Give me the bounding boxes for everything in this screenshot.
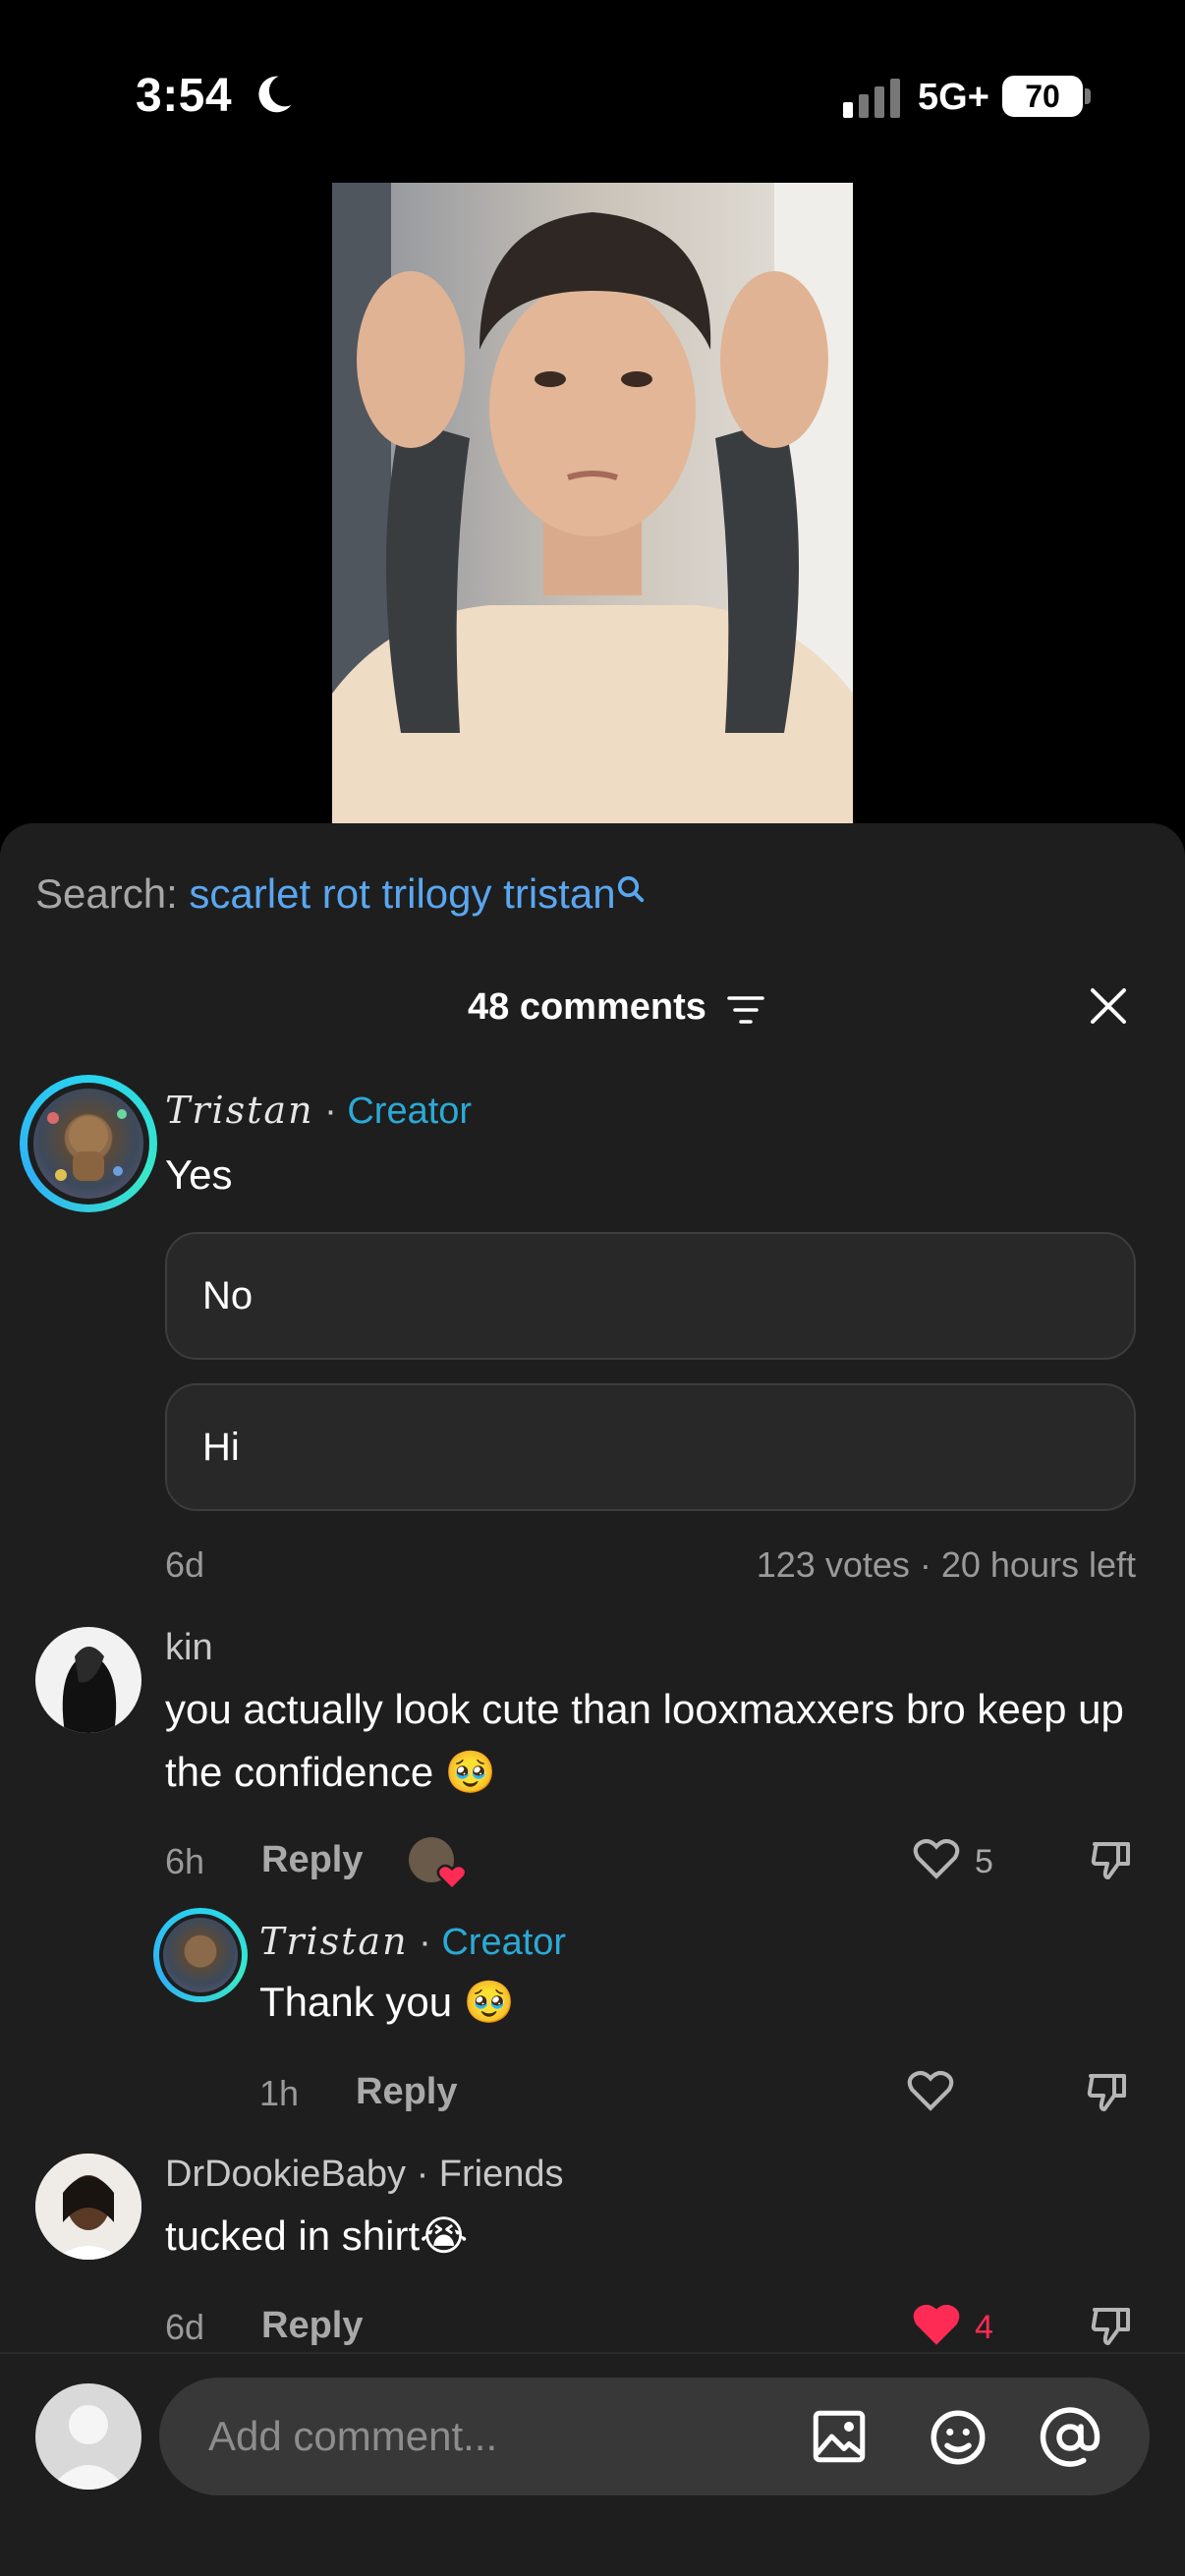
comments-count[interactable]: 48 comments bbox=[468, 986, 706, 1029]
avatar-image bbox=[35, 2154, 141, 2260]
poll-option-no[interactable]: No bbox=[165, 1232, 1136, 1360]
heart-icon bbox=[436, 1864, 468, 1890]
reply-button[interactable]: Reply bbox=[261, 1839, 363, 1881]
avatar[interactable] bbox=[33, 1089, 143, 1199]
reply-text: Thank you 🥹 bbox=[259, 1979, 516, 2025]
comments-header: 48 comments bbox=[0, 980, 1185, 1039]
relation-badge: Friends bbox=[438, 2154, 564, 2195]
at-icon[interactable] bbox=[1038, 2405, 1102, 2470]
author-separator: · bbox=[419, 1922, 442, 1963]
sticker-icon[interactable] bbox=[926, 2405, 990, 2470]
heart-icon[interactable] bbox=[912, 1835, 961, 1880]
video-frame-image bbox=[332, 183, 853, 823]
avatar-image bbox=[47, 1109, 127, 1181]
avatar[interactable] bbox=[35, 1627, 141, 1733]
comment-author[interactable]: kin bbox=[165, 1627, 213, 1669]
image-icon[interactable] bbox=[810, 2407, 869, 2466]
avatar[interactable] bbox=[163, 1918, 238, 1992]
reply-author[interactable]: Tristan bbox=[259, 1920, 409, 1963]
reply-button[interactable]: Reply bbox=[356, 2071, 457, 2113]
dislike-icon[interactable] bbox=[1085, 2067, 1132, 2116]
reply-button[interactable]: Reply bbox=[261, 2305, 363, 2347]
moon-icon bbox=[258, 76, 292, 113]
creator-badge: Creator bbox=[347, 1091, 473, 1132]
my-avatar bbox=[35, 2383, 141, 2490]
battery-indicator: 70 bbox=[1002, 76, 1083, 117]
like-count: 5 bbox=[975, 1843, 993, 1880]
comment-author-line: DrDookieBaby · Friends bbox=[165, 2154, 564, 2196]
dislike-icon[interactable] bbox=[1089, 1835, 1136, 1884]
comment-text: you actually look cute than looxmaxxers … bbox=[165, 1686, 1124, 1795]
signal-icon bbox=[843, 79, 900, 118]
comment-input-pill bbox=[159, 2378, 1150, 2495]
status-bar: 3:54 5G+ 70 bbox=[0, 0, 1185, 187]
search-icon bbox=[617, 875, 644, 903]
search-label: Search: bbox=[35, 870, 178, 917]
comment-composer bbox=[0, 2352, 1185, 2576]
reply-author-line: Tristan · Creator bbox=[259, 1920, 566, 1964]
avatar-image bbox=[35, 1627, 141, 1733]
default-avatar-icon bbox=[49, 2405, 128, 2490]
battery-tip bbox=[1085, 88, 1091, 104]
video-player[interactable] bbox=[332, 183, 853, 823]
search-suggestion[interactable]: Search: scarlet rot trilogy tristan bbox=[35, 870, 646, 918]
dislike-icon[interactable] bbox=[1089, 2301, 1136, 2350]
comment-text: Yes bbox=[165, 1151, 233, 1198]
comment-age: 6h bbox=[165, 1841, 205, 1881]
author-separator: · bbox=[324, 1091, 348, 1132]
comments-sheet: Search: scarlet rot trilogy tristan 48 c… bbox=[0, 823, 1185, 2576]
poll-option-hi[interactable]: Hi bbox=[165, 1383, 1136, 1511]
poll-meta: 123 votes · 20 hours left bbox=[756, 1544, 1136, 1585]
close-icon[interactable] bbox=[1087, 984, 1130, 1028]
comment-author-line: Tristan · Creator bbox=[165, 1089, 472, 1133]
creator-badge: Creator bbox=[441, 1922, 567, 1963]
comment-author[interactable]: Tristan bbox=[165, 1089, 314, 1132]
comment-author[interactable]: DrDookieBaby bbox=[165, 2154, 406, 2195]
comment-age: 6d bbox=[165, 2307, 205, 2347]
comment-input[interactable] bbox=[208, 2407, 719, 2466]
filter-icon[interactable] bbox=[727, 994, 764, 1028]
network-type: 5G+ bbox=[918, 77, 989, 118]
reply-age: 1h bbox=[259, 2073, 300, 2113]
like-count: 4 bbox=[975, 2309, 993, 2346]
heart-icon[interactable] bbox=[912, 2301, 961, 2346]
author-separator: · bbox=[416, 2154, 439, 2195]
search-query[interactable]: scarlet rot trilogy tristan bbox=[189, 870, 615, 917]
comment-age: 6d bbox=[165, 1544, 205, 1585]
heart-icon[interactable] bbox=[906, 2067, 955, 2112]
comment-text: tucked in shirt😭 bbox=[165, 2212, 469, 2259]
avatar[interactable] bbox=[35, 2154, 141, 2260]
status-time: 3:54 bbox=[136, 70, 233, 122]
